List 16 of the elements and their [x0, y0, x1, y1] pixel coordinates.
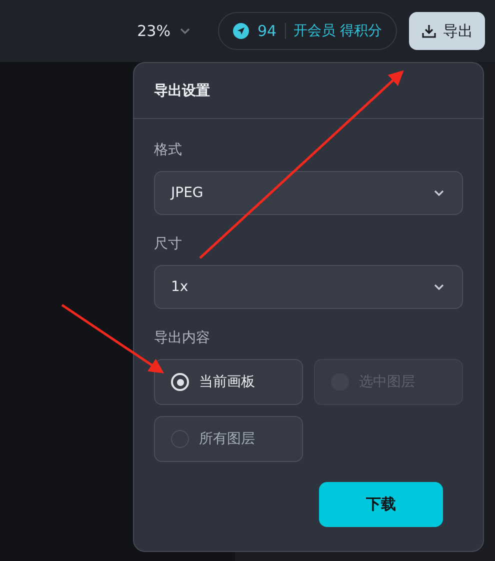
panel-title: 导出设置: [134, 63, 483, 119]
member-link[interactable]: 开会员 得积分: [294, 22, 382, 40]
radio-option[interactable]: 当前画板: [154, 359, 303, 405]
field-label: 尺寸: [154, 235, 183, 253]
points-count: 94: [257, 22, 277, 40]
field-label: 格式: [154, 141, 183, 159]
select-dropdown[interactable]: JPEG: [154, 171, 463, 215]
zoom-dropdown[interactable]: 23%: [137, 22, 192, 40]
download-icon: [421, 23, 437, 39]
points-pill[interactable]: 94 开会员 得积分: [218, 12, 397, 50]
export-button[interactable]: 导出: [409, 12, 485, 50]
download-button[interactable]: 下载: [319, 482, 443, 527]
section-label: 导出内容: [154, 329, 211, 347]
star-coin-icon: [233, 23, 250, 39]
radio-option[interactable]: 所有图层: [154, 416, 303, 462]
select-dropdown[interactable]: 1x: [154, 265, 463, 309]
